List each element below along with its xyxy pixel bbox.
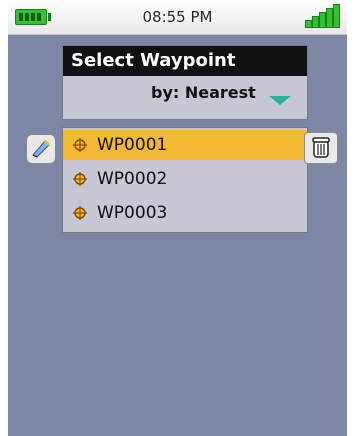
- clock-time: 08:55 PM: [142, 8, 213, 26]
- sort-label: by: Nearest: [151, 83, 256, 102]
- list-item[interactable]: WP0003: [63, 198, 307, 228]
- waypoint-list: WP0001 WP0002 WP0003: [62, 127, 308, 233]
- page-title: Select Waypoint: [63, 46, 307, 76]
- waypoint-icon: [73, 206, 87, 220]
- status-bar: 08:55 PM: [8, 0, 347, 35]
- signal-icon: [305, 4, 340, 28]
- waypoint-name: WP0003: [97, 203, 168, 223]
- device-frame: 08:55 PM Select Waypoint by: Nearest WP0…: [0, 0, 357, 436]
- list-item[interactable]: WP0001: [63, 130, 307, 160]
- select-waypoint-panel: Select Waypoint by: Nearest: [62, 45, 308, 120]
- edit-waypoint-button[interactable]: [26, 134, 56, 164]
- waypoint-name: WP0002: [97, 169, 168, 189]
- chevron-down-icon: [269, 96, 291, 105]
- trash-icon: [312, 137, 330, 158]
- delete-waypoint-button[interactable]: [304, 132, 338, 164]
- screen: 08:55 PM Select Waypoint by: Nearest WP0…: [8, 0, 347, 436]
- list-item[interactable]: WP0002: [63, 164, 307, 194]
- waypoint-icon: [73, 138, 87, 152]
- sort-dropdown[interactable]: by: Nearest: [63, 76, 307, 119]
- edit-icon: [32, 139, 51, 158]
- waypoint-icon: [73, 172, 87, 186]
- waypoint-name: WP0001: [97, 135, 168, 155]
